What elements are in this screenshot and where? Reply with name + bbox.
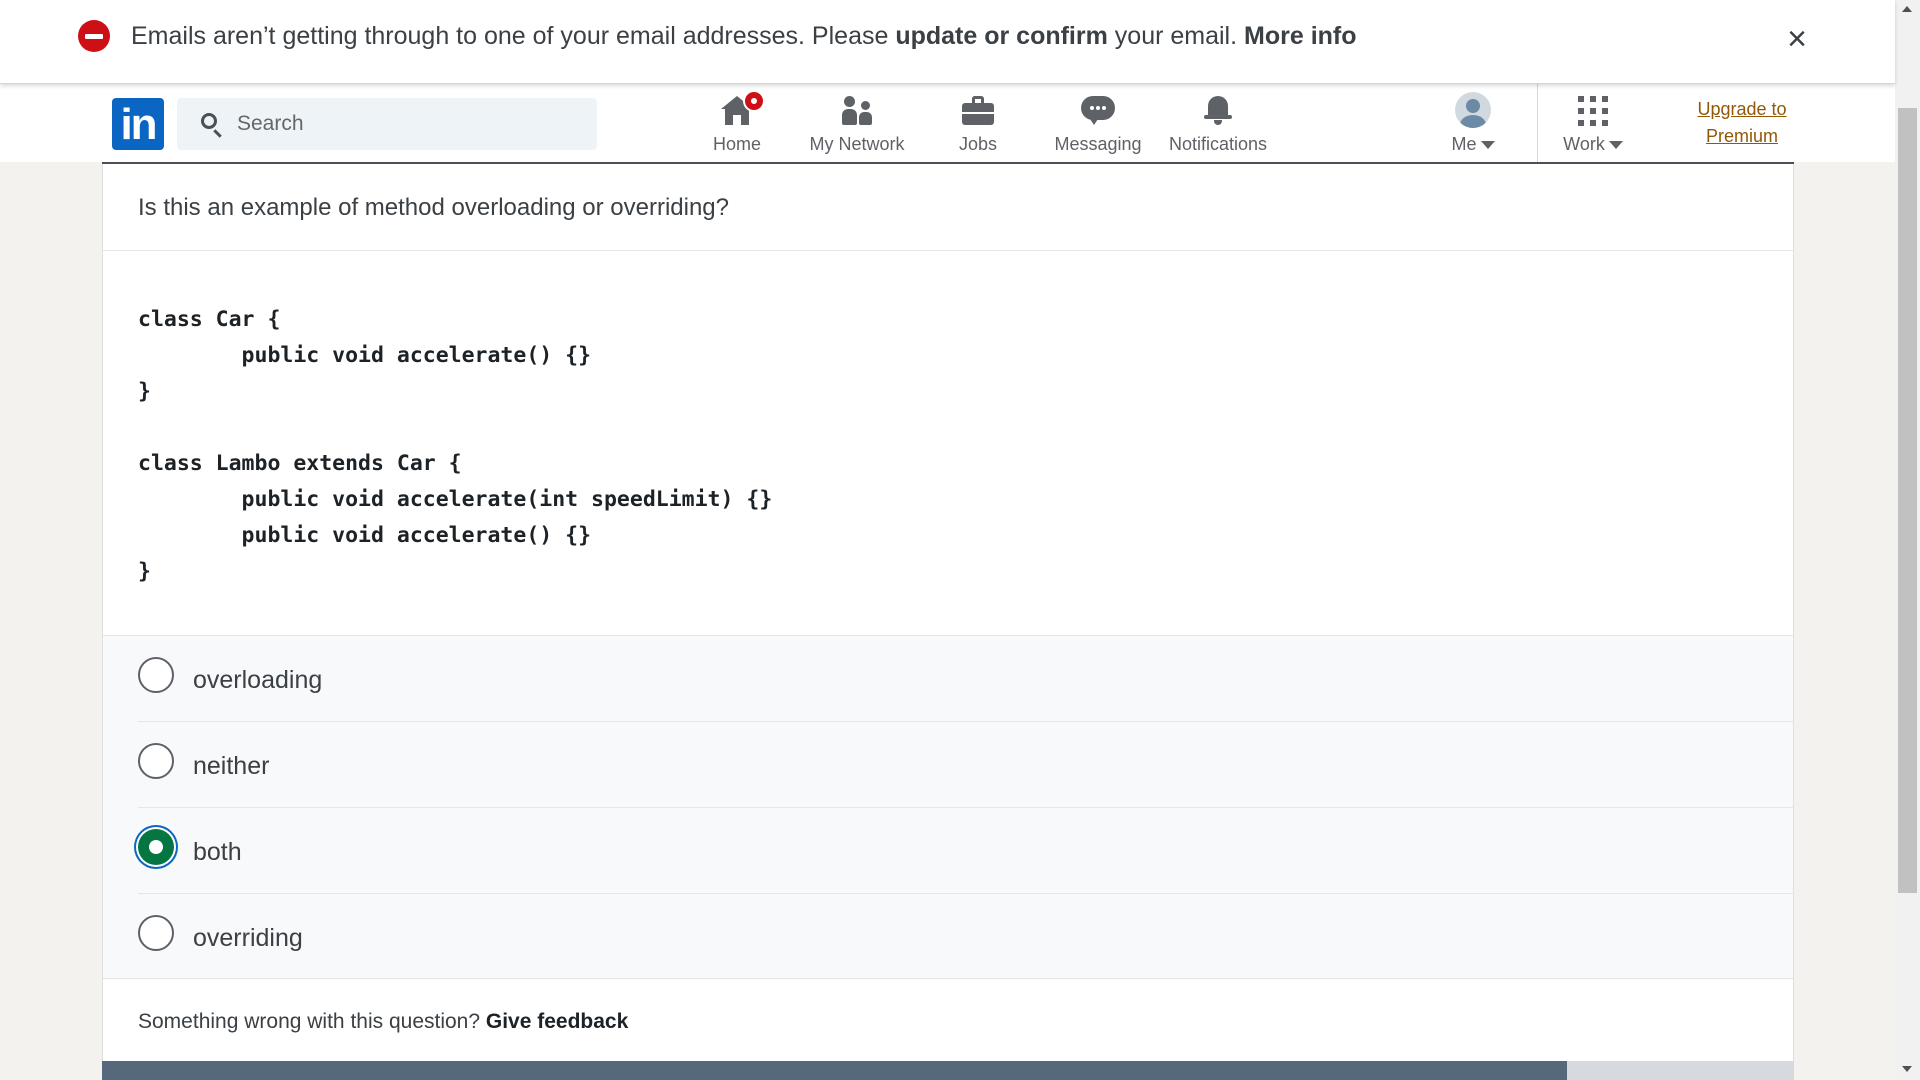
- progress-fill: [102, 1061, 1568, 1080]
- nav-home-label: Home: [712, 134, 761, 154]
- nav-my-network-label: My Network: [809, 134, 905, 154]
- scrollbar[interactable]: [1895, 0, 1920, 1080]
- nav-work-label: Work: [1563, 134, 1605, 154]
- option-label: neither: [193, 752, 270, 780]
- chevron-down-icon: [1608, 141, 1623, 150]
- home-icon: [721, 90, 765, 126]
- option-overriding[interactable]: overriding: [138, 894, 1793, 980]
- nav-work[interactable]: Work: [1543, 90, 1643, 158]
- nav-messaging[interactable]: Messaging: [1033, 90, 1163, 158]
- scroll-down-icon[interactable]: [1902, 1066, 1912, 1072]
- option-label: overriding: [193, 924, 303, 952]
- chevron-down-icon: [1480, 141, 1495, 150]
- radio-button[interactable]: [138, 743, 174, 779]
- answer-options: overloading neither both overriding: [103, 636, 1793, 980]
- nav-divider: [1537, 84, 1538, 162]
- feedback-row: Something wrong with this question? Give…: [138, 1010, 628, 1034]
- nav-jobs-label: Jobs: [958, 134, 998, 154]
- alert-message: Emails aren’t getting through to one of …: [131, 22, 1357, 50]
- global-nav: in Home My Network Jobs: [0, 84, 1895, 164]
- option-both[interactable]: both: [138, 808, 1793, 894]
- scroll-up-icon[interactable]: [1902, 6, 1912, 12]
- radio-button[interactable]: [138, 657, 174, 693]
- give-feedback-link[interactable]: Give feedback: [486, 1010, 628, 1033]
- message-icon: [1081, 96, 1115, 126]
- nav-notifications[interactable]: Notifications: [1153, 90, 1283, 158]
- update-email-link[interactable]: update or confirm: [895, 22, 1108, 50]
- nav-home[interactable]: Home: [687, 90, 787, 158]
- nav-notifications-label: Notifications: [1168, 134, 1268, 154]
- people-icon: [841, 96, 873, 126]
- global-nav-inner: in Home My Network Jobs: [102, 84, 1794, 164]
- nav-my-network[interactable]: My Network: [792, 90, 922, 158]
- question-text: Is this an example of method overloading…: [138, 194, 729, 221]
- avatar: [1455, 92, 1491, 128]
- option-label: overloading: [193, 666, 323, 694]
- close-icon[interactable]: ×: [1782, 22, 1812, 56]
- error-icon: [78, 20, 110, 52]
- nav-me[interactable]: Me: [1423, 90, 1523, 158]
- bell-icon: [1203, 96, 1233, 126]
- nav-jobs[interactable]: Jobs: [928, 90, 1028, 158]
- radio-button[interactable]: [138, 915, 174, 951]
- briefcase-icon: [962, 96, 994, 126]
- quiz-card: Is this an example of method overloading…: [102, 164, 1794, 1080]
- upgrade-premium-link[interactable]: Upgrade to Premium: [1687, 96, 1797, 150]
- feedback-prompt: Something wrong with this question?: [138, 1010, 486, 1033]
- progress-bar: [102, 1061, 1794, 1080]
- premium-line-1: Upgrade to: [1697, 99, 1787, 119]
- linkedin-logo[interactable]: in: [112, 98, 164, 150]
- search-input[interactable]: [237, 110, 577, 138]
- more-info-link[interactable]: More info: [1244, 22, 1357, 50]
- notification-badge: [743, 90, 765, 112]
- email-alert-banner: Emails aren’t getting through to one of …: [0, 0, 1895, 84]
- nav-messaging-label: Messaging: [1054, 134, 1142, 154]
- option-neither[interactable]: neither: [138, 722, 1793, 808]
- divider: [103, 978, 1793, 979]
- grid-icon: [1578, 96, 1608, 126]
- code-snippet: class Car { public void accelerate() {} …: [138, 307, 773, 584]
- scroll-thumb[interactable]: [1898, 108, 1917, 893]
- search-icon: [201, 113, 217, 129]
- option-label: both: [193, 838, 242, 866]
- search-box[interactable]: [177, 98, 597, 150]
- premium-line-2: Premium: [1705, 126, 1778, 146]
- nav-me-label: Me: [1451, 134, 1477, 154]
- radio-button-selected[interactable]: [138, 829, 174, 865]
- divider: [103, 250, 1793, 251]
- option-overloading[interactable]: overloading: [138, 636, 1793, 722]
